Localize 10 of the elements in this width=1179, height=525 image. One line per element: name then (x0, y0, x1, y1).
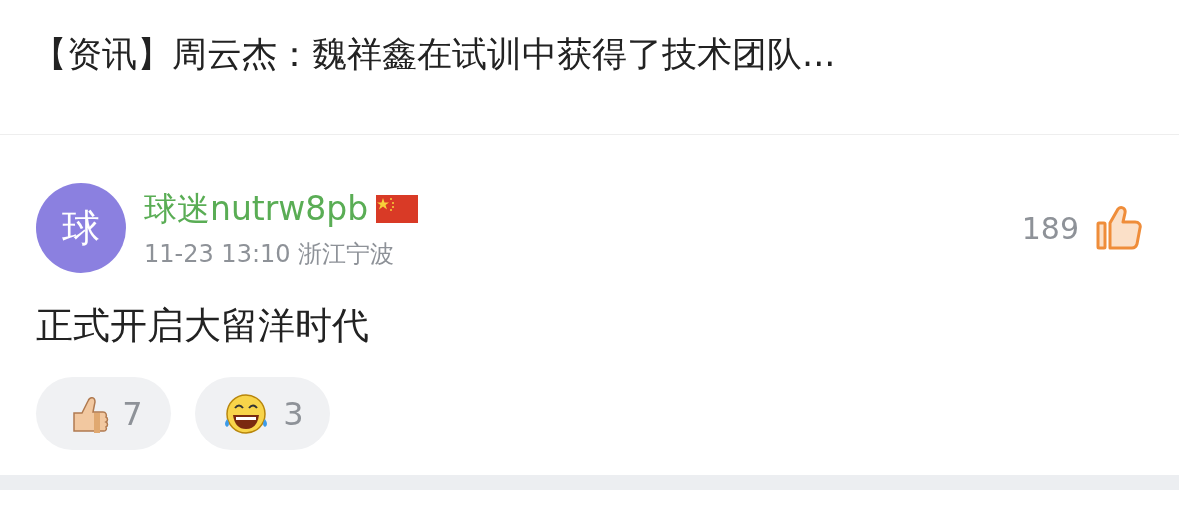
comment-text: 正式开启大留洋时代 (36, 303, 370, 349)
china-flag-icon (376, 195, 419, 223)
article-title[interactable]: 【资讯】周云杰：魏祥鑫在试训中获得了技术团队... (32, 30, 1179, 78)
reaction-button[interactable]: 3 (195, 377, 330, 450)
user-avatar[interactable]: 球 (36, 183, 126, 273)
username[interactable]: 球迷nutrw8pb (144, 186, 369, 232)
comment-meta: 11-23 13:10 浙江宁波 (144, 238, 396, 270)
thumbs-up-icon[interactable] (1095, 205, 1143, 251)
reaction-button[interactable]: 7 (36, 377, 171, 450)
like-count: 189 (1021, 210, 1079, 246)
